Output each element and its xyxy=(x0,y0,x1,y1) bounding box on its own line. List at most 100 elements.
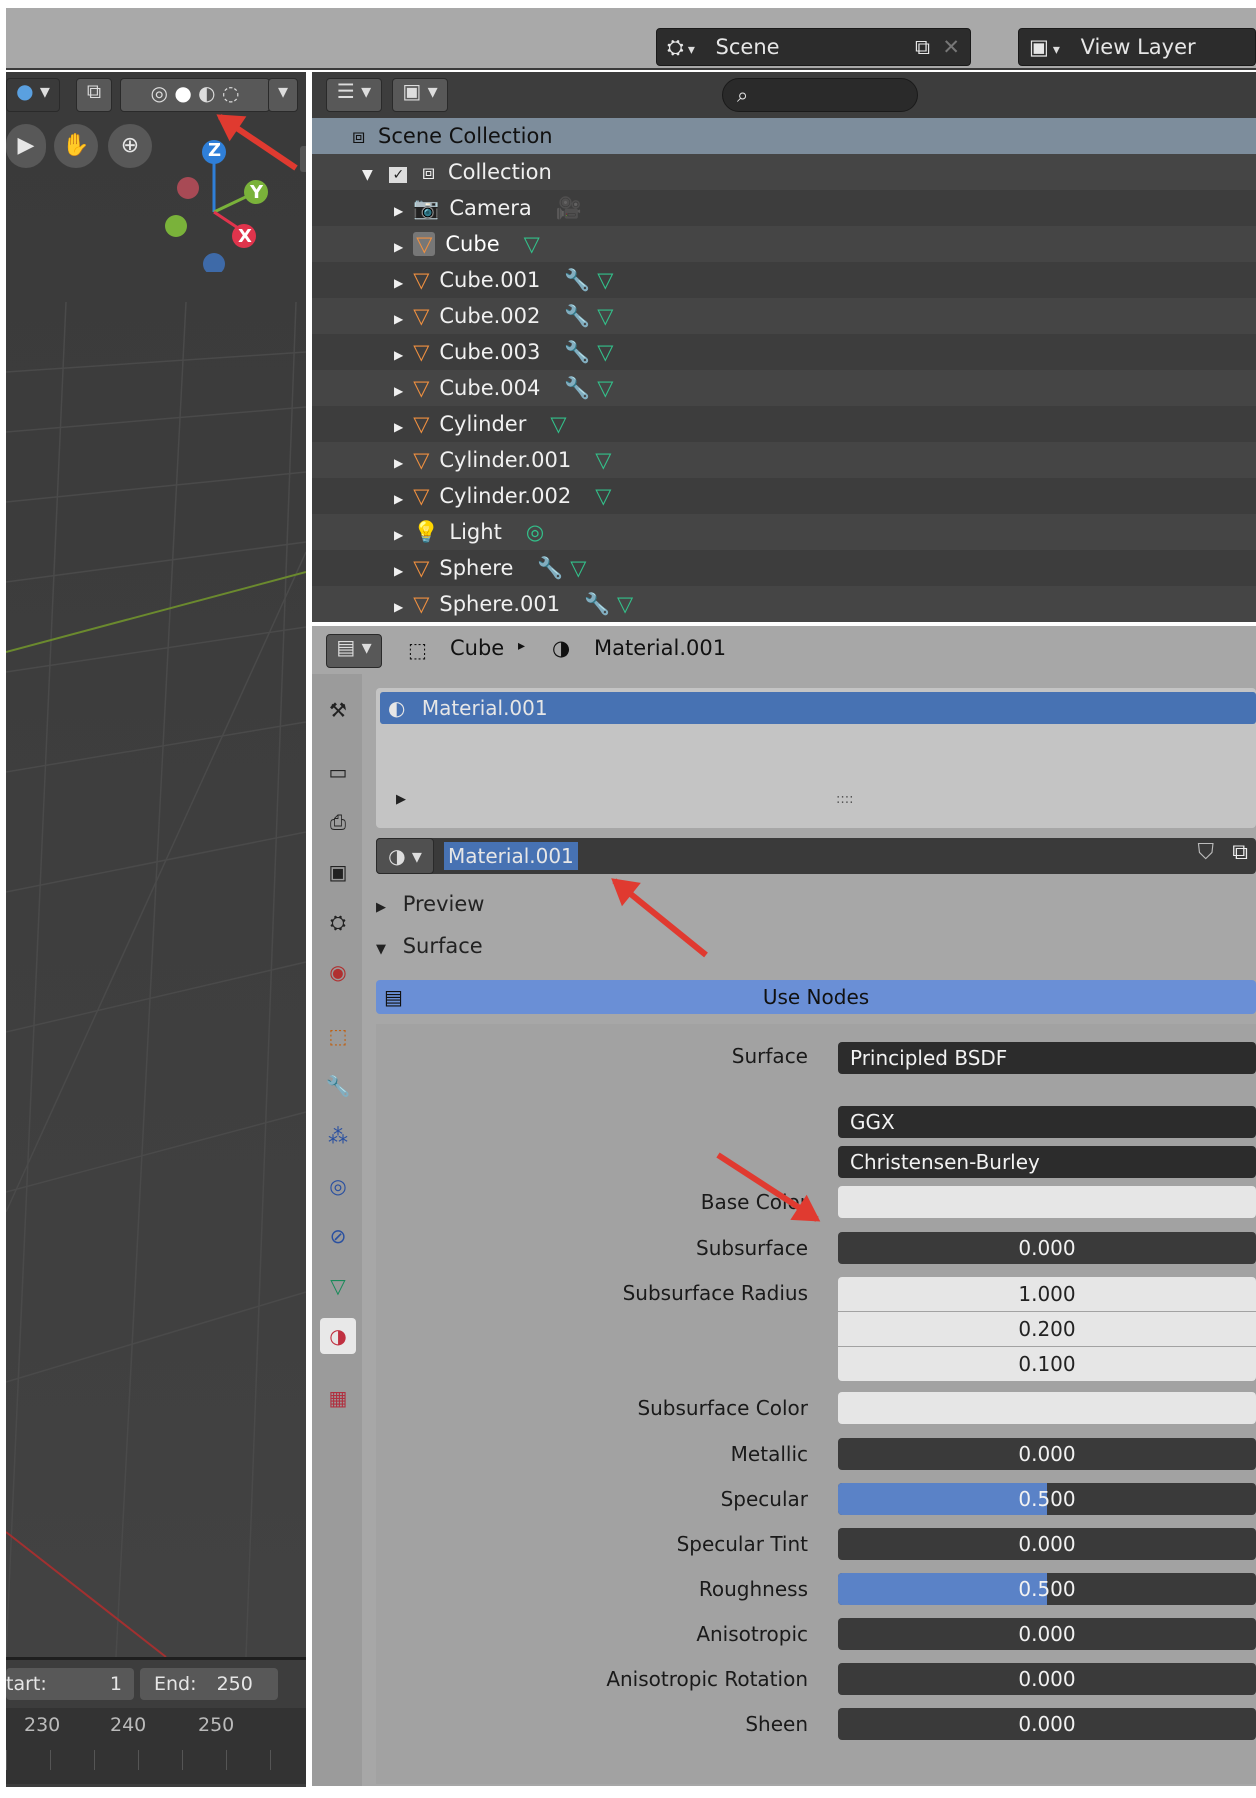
tab-data[interactable]: ▽ xyxy=(320,1268,356,1304)
pan-view-button[interactable]: ✋ xyxy=(54,124,98,168)
display-mode-button[interactable]: ☰ ▾ xyxy=(326,78,382,112)
tab-modifiers[interactable]: 🔧 xyxy=(320,1068,356,1104)
search-input[interactable]: ⌕ xyxy=(722,78,918,112)
tab-output[interactable]: ⎙ xyxy=(320,804,356,840)
material-slot-item[interactable]: ◐ Material.001 xyxy=(380,692,1256,724)
tab-view-layer[interactable]: ▣ xyxy=(320,854,356,890)
outliner-item[interactable]: ▶ ▽ Cylinder.001 ▽ xyxy=(312,442,1256,478)
expand-icon[interactable]: ▶ xyxy=(394,276,403,290)
wireframe-shading-icon[interactable]: ◎ xyxy=(151,81,168,105)
start-frame-field[interactable]: tart: 1 xyxy=(6,1668,134,1700)
tab-tool[interactable]: ⚒ xyxy=(320,692,356,728)
surface-panel-header[interactable]: ▼ Surface xyxy=(376,934,483,958)
navigation-gizmo[interactable] xyxy=(156,132,306,272)
tab-object[interactable]: ⬚ xyxy=(320,1018,356,1054)
mesh-data-icon[interactable]: ▽ xyxy=(591,268,613,292)
view-layer-name[interactable]: View Layer xyxy=(1081,35,1196,59)
param-slider[interactable]: 0.000 xyxy=(838,1232,1256,1264)
scene-selector[interactable]: ⛭ ▾ Scene ⧉ ✕ xyxy=(656,28,971,66)
wrench-icon[interactable]: 🔧 xyxy=(564,304,590,328)
collection-row[interactable]: ▼ ✓ ⧈ Collection xyxy=(312,154,1256,190)
filter-button[interactable]: ▣ ▾ xyxy=(392,78,448,112)
scene-name[interactable]: Scene xyxy=(716,35,780,59)
outliner-item[interactable]: ▶ ▽ Cube ▽ xyxy=(312,226,1256,262)
mesh-data-icon[interactable]: ▽ xyxy=(524,232,540,256)
tab-material[interactable]: ◑ xyxy=(320,1318,356,1354)
checkbox-icon[interactable]: ✓ xyxy=(389,167,408,183)
expand-icon[interactable]: ▶ xyxy=(394,600,403,614)
outliner-item[interactable]: ▶ 📷 Camera 🎥 xyxy=(312,190,1256,226)
view-layer-selector[interactable]: ▣ ▾ View Layer xyxy=(1018,28,1256,66)
expand-icon[interactable]: ▶ xyxy=(394,384,403,398)
outliner-item[interactable]: ▶ ▽ Sphere.001 🔧 ▽ xyxy=(312,586,1256,622)
tab-scene[interactable]: ⛭ xyxy=(320,904,356,940)
resize-grip[interactable]: :::: xyxy=(836,792,854,807)
mesh-data-icon[interactable]: ▽ xyxy=(595,484,611,508)
expand-icon[interactable]: ▶ xyxy=(394,420,403,434)
outliner-item[interactable]: ▶ ▽ Cube.003 🔧 ▽ xyxy=(312,334,1256,370)
mesh-data-icon[interactable]: ▽ xyxy=(591,376,613,400)
new-scene-icon[interactable]: ⧉ xyxy=(915,29,930,65)
param-slider[interactable]: 0.000 xyxy=(838,1708,1256,1740)
param-slider[interactable]: 0.500 xyxy=(838,1573,1256,1605)
wrench-icon[interactable]: 🔧 xyxy=(537,556,563,580)
use-nodes-button[interactable]: ▤ Use Nodes xyxy=(376,980,1256,1014)
expand-icon[interactable]: ▶ xyxy=(394,528,403,542)
tab-world[interactable]: ◉ xyxy=(320,954,356,990)
browse-material-button[interactable]: ◑ ▾ xyxy=(376,838,434,874)
expand-icon[interactable]: ▶ xyxy=(394,564,403,578)
color-swatch[interactable] xyxy=(838,1186,1256,1218)
tab-texture[interactable]: ▦ xyxy=(320,1380,356,1416)
wrench-icon[interactable]: 🔧 xyxy=(584,592,610,616)
mesh-data-icon[interactable]: ▽ xyxy=(610,592,633,616)
param-slider[interactable]: 0.000 xyxy=(838,1528,1256,1560)
param-slider[interactable]: 0.000 xyxy=(838,1663,1256,1695)
duplicate-icon[interactable]: ⧉ xyxy=(1232,840,1248,865)
color-swatch[interactable] xyxy=(838,1392,1256,1424)
fake-user-icon[interactable]: ⛉ xyxy=(1197,840,1214,865)
camera-data-icon[interactable]: 🎥 xyxy=(556,196,582,220)
expand-icon[interactable]: ▼ xyxy=(362,167,373,183)
param-slider[interactable]: 0.500 xyxy=(838,1483,1256,1515)
outliner-item[interactable]: ▶ 💡 Light ◎ xyxy=(312,514,1256,550)
outliner-item[interactable]: ▶ ▽ Cylinder.002 ▽ xyxy=(312,478,1256,514)
light-data-icon[interactable]: ◎ xyxy=(526,520,544,544)
preview-panel-header[interactable]: ▶ Preview xyxy=(376,892,484,916)
expand-icon[interactable]: ▶ xyxy=(394,492,403,506)
zoom-view-button[interactable]: ⊕ xyxy=(108,124,152,168)
outliner-item[interactable]: ▶ ▽ Cylinder ▽ xyxy=(312,406,1256,442)
subsurface-radius-field[interactable]: 0.200 xyxy=(838,1312,1256,1346)
outliner-item[interactable]: ▶ ▽ Cube.001 🔧 ▽ xyxy=(312,262,1256,298)
outliner-item[interactable]: ▶ ▽ Cube.002 🔧 ▽ xyxy=(312,298,1256,334)
subsurface-radius-field[interactable]: 0.100 xyxy=(838,1347,1256,1381)
shading-options-button[interactable]: ● ▾ xyxy=(6,78,60,112)
timeline-track[interactable]: 230 240 250 xyxy=(6,1708,306,1784)
expand-icon[interactable]: ▶ xyxy=(394,456,403,470)
camera-view-button[interactable]: ▶ xyxy=(6,124,46,168)
mesh-data-icon[interactable]: ▽ xyxy=(595,448,611,472)
param-slider[interactable]: 0.000 xyxy=(838,1438,1256,1470)
subsurface-radius-field[interactable]: 1.000 xyxy=(838,1277,1256,1311)
outliner-item[interactable]: ▶ ▽ Sphere 🔧 ▽ xyxy=(312,550,1256,586)
tab-physics[interactable]: ◎ xyxy=(320,1168,356,1204)
mesh-data-icon[interactable]: ▽ xyxy=(591,340,613,364)
mesh-data-icon[interactable]: ▽ xyxy=(591,304,613,328)
param-slider[interactable]: 0.000 xyxy=(838,1618,1256,1650)
expand-icon[interactable]: ▶ xyxy=(394,348,403,362)
material-name-input[interactable]: Material.001 xyxy=(444,842,578,870)
tab-render[interactable]: ▭ xyxy=(320,754,356,790)
expand-icon[interactable]: ▶ xyxy=(394,312,403,326)
surface-shader-dropdown[interactable]: Principled BSDF xyxy=(838,1042,1256,1074)
expand-icon[interactable]: ▶ xyxy=(394,204,403,218)
tab-constraints[interactable]: ⊘ xyxy=(320,1218,356,1254)
shading-dropdown[interactable]: ▾ xyxy=(268,78,298,112)
subsurface-method-dropdown[interactable]: Christensen-Burley xyxy=(838,1146,1256,1178)
tab-particles[interactable]: ⁂ xyxy=(320,1118,356,1154)
editor-type-button[interactable]: ▤ ▾ xyxy=(326,634,382,668)
material-preview-icon[interactable]: ◐ xyxy=(198,81,215,105)
expand-icon[interactable]: ▶ xyxy=(394,240,403,254)
3d-viewport[interactable]: ● ▾ ⧉ ◎ ● ◐ ◌ ▾ ▶ ✋ ⊕ Z Y X xyxy=(6,72,306,1657)
distribution-dropdown[interactable]: GGX xyxy=(838,1106,1256,1138)
sidebar-toggle[interactable] xyxy=(300,146,306,172)
solid-shading-icon[interactable]: ● xyxy=(174,81,191,105)
